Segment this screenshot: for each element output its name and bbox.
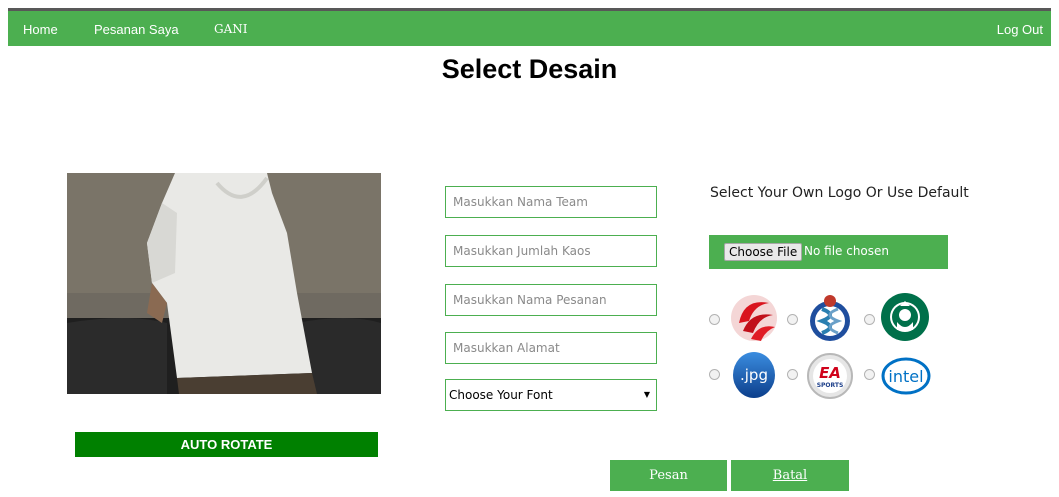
intel-logo-text: intel bbox=[888, 367, 923, 386]
logo-radio-4[interactable] bbox=[709, 369, 720, 380]
logo-radio-1[interactable] bbox=[709, 314, 720, 325]
logo-radio-3[interactable] bbox=[864, 314, 875, 325]
font-select-value: Choose Your Font bbox=[449, 388, 553, 402]
dna-helix-icon bbox=[810, 295, 850, 341]
logo-file-upload: Choose File No file chosen bbox=[709, 235, 948, 269]
font-select[interactable]: Choose Your Font ▼ bbox=[445, 379, 657, 411]
jpg-icon: .jpg bbox=[733, 352, 775, 398]
starbucks-icon bbox=[881, 293, 929, 341]
nav-user-link[interactable]: GANI bbox=[214, 11, 248, 46]
dna-helix-logo[interactable] bbox=[805, 293, 855, 343]
ea-logo-text: EA bbox=[819, 364, 841, 382]
order-name-input[interactable] bbox=[445, 284, 657, 316]
tshirt-photo-illustration bbox=[67, 173, 381, 394]
logo-section-heading: Select Your Own Logo Or Use Default bbox=[710, 185, 969, 201]
dropdown-arrow-icon: ▼ bbox=[643, 390, 650, 399]
choose-file-button[interactable]: Choose File bbox=[724, 243, 803, 261]
address-input[interactable] bbox=[445, 332, 657, 364]
red-swirl-logo[interactable] bbox=[729, 293, 779, 343]
starbucks-logo[interactable] bbox=[880, 292, 930, 342]
logo-radio-6[interactable] bbox=[864, 369, 875, 380]
submit-order-button[interactable]: Pesan bbox=[610, 460, 727, 491]
page-title: Select Desain bbox=[441, 54, 618, 84]
nav-home-link[interactable]: Home bbox=[23, 11, 58, 46]
jpg-logo[interactable]: .jpg bbox=[729, 349, 779, 399]
auto-rotate-button[interactable]: AUTO ROTATE bbox=[75, 432, 378, 457]
ea-sports-icon: EA SPORTS bbox=[807, 353, 853, 399]
tshirt-preview-image bbox=[67, 173, 381, 394]
cancel-button[interactable]: Batal bbox=[731, 460, 849, 491]
nav-orders-link[interactable]: Pesanan Saya bbox=[94, 11, 179, 46]
shirt-quantity-input[interactable] bbox=[445, 235, 657, 267]
ea-logo-subtext: SPORTS bbox=[817, 382, 844, 389]
nav-logout-link[interactable]: Log Out bbox=[997, 11, 1043, 46]
logo-radio-2[interactable] bbox=[787, 314, 798, 325]
team-name-input[interactable] bbox=[445, 186, 657, 218]
red-swirl-icon bbox=[731, 295, 777, 341]
navbar: Home Pesanan Saya GANI Log Out bbox=[8, 11, 1051, 46]
jpg-logo-text: .jpg bbox=[740, 366, 768, 384]
intel-logo[interactable]: intel bbox=[881, 352, 931, 402]
ea-sports-logo[interactable]: EA SPORTS bbox=[805, 350, 855, 400]
intel-icon: intel bbox=[881, 357, 931, 395]
logo-radio-5[interactable] bbox=[787, 369, 798, 380]
file-status-text: No file chosen bbox=[804, 244, 890, 258]
